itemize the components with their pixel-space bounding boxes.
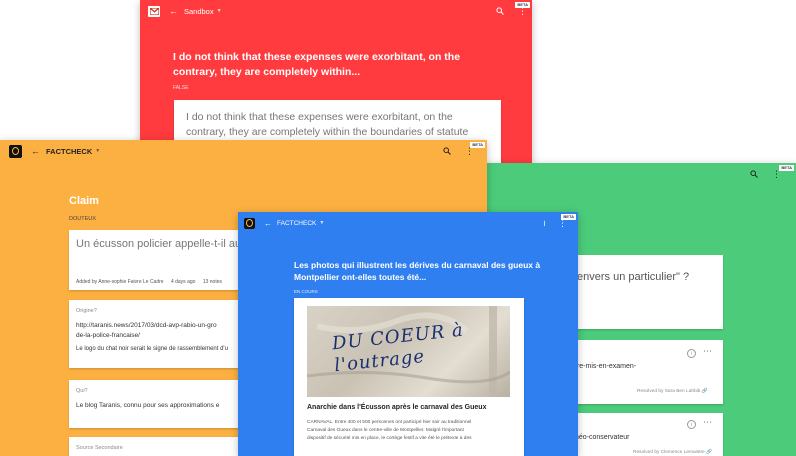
added-by-text: Added by Anne-sophie Faivre Le Cadre [76,279,164,285]
beta-badge: BETA [561,214,576,220]
sandbox-title[interactable]: Sandbox [184,7,214,16]
back-arrow-icon[interactable]: ← [31,146,40,156]
sandbox-claim: I do not think that these expenses were … [173,51,461,78]
back-arrow-icon[interactable]: ← [169,6,178,16]
resolved-by-text: Resolved by Sara Ben Lahbib [637,389,701,394]
article-body-line-1: CARNAVAL. Entre 400 et 500 personnes ont… [307,420,472,425]
search-icon[interactable] [541,220,548,227]
more-horizontal-icon[interactable]: ⋯ [703,346,712,357]
article-image[interactable]: DU COEUR à l'outrage [307,306,510,397]
article-body-line-2: Carnaval des Gueux dans le centre-ville … [307,428,464,433]
article-card[interactable]: DU COEUR à l'outrage Anarchie dans l'Écu… [294,298,524,456]
chevron-down-icon[interactable]: ▼ [319,220,324,226]
info-icon[interactable]: i [687,420,696,429]
chevron-down-icon[interactable]: ▼ [95,148,100,154]
green-item-text-2: héo-conservateur [575,434,630,441]
factcheck-logo-icon [9,144,22,158]
origin-url-continued[interactable]: de-la-police-francaise/ [76,332,140,339]
link-icon: 🔗 [701,389,708,394]
green-item-resolved-1: Resolved by Sara Ben Lahbib 🔗 [637,389,708,394]
blue-toolbar: ← FACTCHECK ▼ ⋮ BETA [238,212,578,234]
claim-heading: Claim [69,195,99,207]
who-label: Qui? [76,388,88,394]
chevron-down-icon[interactable]: ▼ [217,8,222,14]
green-item-resolved-2: Resolved by Clemence Lemaistre 🔗 [633,450,712,455]
green-claim-fragment: envers un particulier" ? [577,271,690,283]
search-icon[interactable] [750,170,758,178]
search-icon[interactable] [496,7,504,15]
resolved-by-text: Resolved by Clemence Lemaistre [633,450,705,455]
green-item-text-1: tre-mis-en-examen- [575,363,637,370]
origin-label: Origine? [76,308,97,314]
article-title[interactable]: Anarchie dans l'Écusson après le carnava… [307,404,486,411]
sandbox-verdict: FALSE [173,85,189,91]
origin-note: Le logo du chat noir serait le signe de … [76,346,228,352]
blue-claim: Les photos qui illustrent les dérives du… [294,260,541,282]
beta-badge: BETA [515,2,530,8]
green-toolbar: ⋮ BETA [485,163,796,185]
factcheck-window-blue: ← FACTCHECK ▼ ⋮ BETA Les photos qui illu… [238,212,578,456]
claim-meta: Added by Anne-sophie Faivre Le Cadre 4 d… [76,279,222,285]
link-icon: 🔗 [706,450,713,455]
blue-verdict: EN COURS [294,289,318,294]
added-time: 4 days ago [170,279,196,285]
back-arrow-icon[interactable]: ← [264,219,272,228]
more-horizontal-icon[interactable]: ⋯ [703,417,712,428]
origin-url[interactable]: http://taranis.news/2017/03/dcd-avp-rabi… [76,322,217,329]
beta-badge: BETA [779,165,794,171]
orange-toolbar: ← FACTCHECK ▼ ⋮ BETA [0,140,487,162]
sandbox-toolbar: ← Sandbox ▼ ⋮ BETA [140,0,532,22]
claim-verdict: DOUTEUX [69,216,96,222]
factcheck-logo-icon [244,217,255,229]
orange-title[interactable]: FACTCHECK [46,147,92,156]
article-body: CARNAVAL. Entre 400 et 500 personnes ont… [307,419,512,443]
claim-text: Un écusson policier appelle-t-il au [76,238,242,250]
secondary-source-label: Source Secondaire [76,445,123,451]
search-icon[interactable] [443,147,451,155]
gmail-logo-icon [148,5,160,17]
beta-badge: BETA [470,142,485,148]
article-body-line-3: dispositif de sécurité mis en place, le … [307,436,472,441]
who-text: Le blog Taranis, connu pour ses approxim… [76,402,220,409]
blue-title[interactable]: FACTCHECK [277,220,316,227]
notes-count[interactable]: 13 notes [203,279,222,285]
info-icon[interactable]: i [687,349,696,358]
